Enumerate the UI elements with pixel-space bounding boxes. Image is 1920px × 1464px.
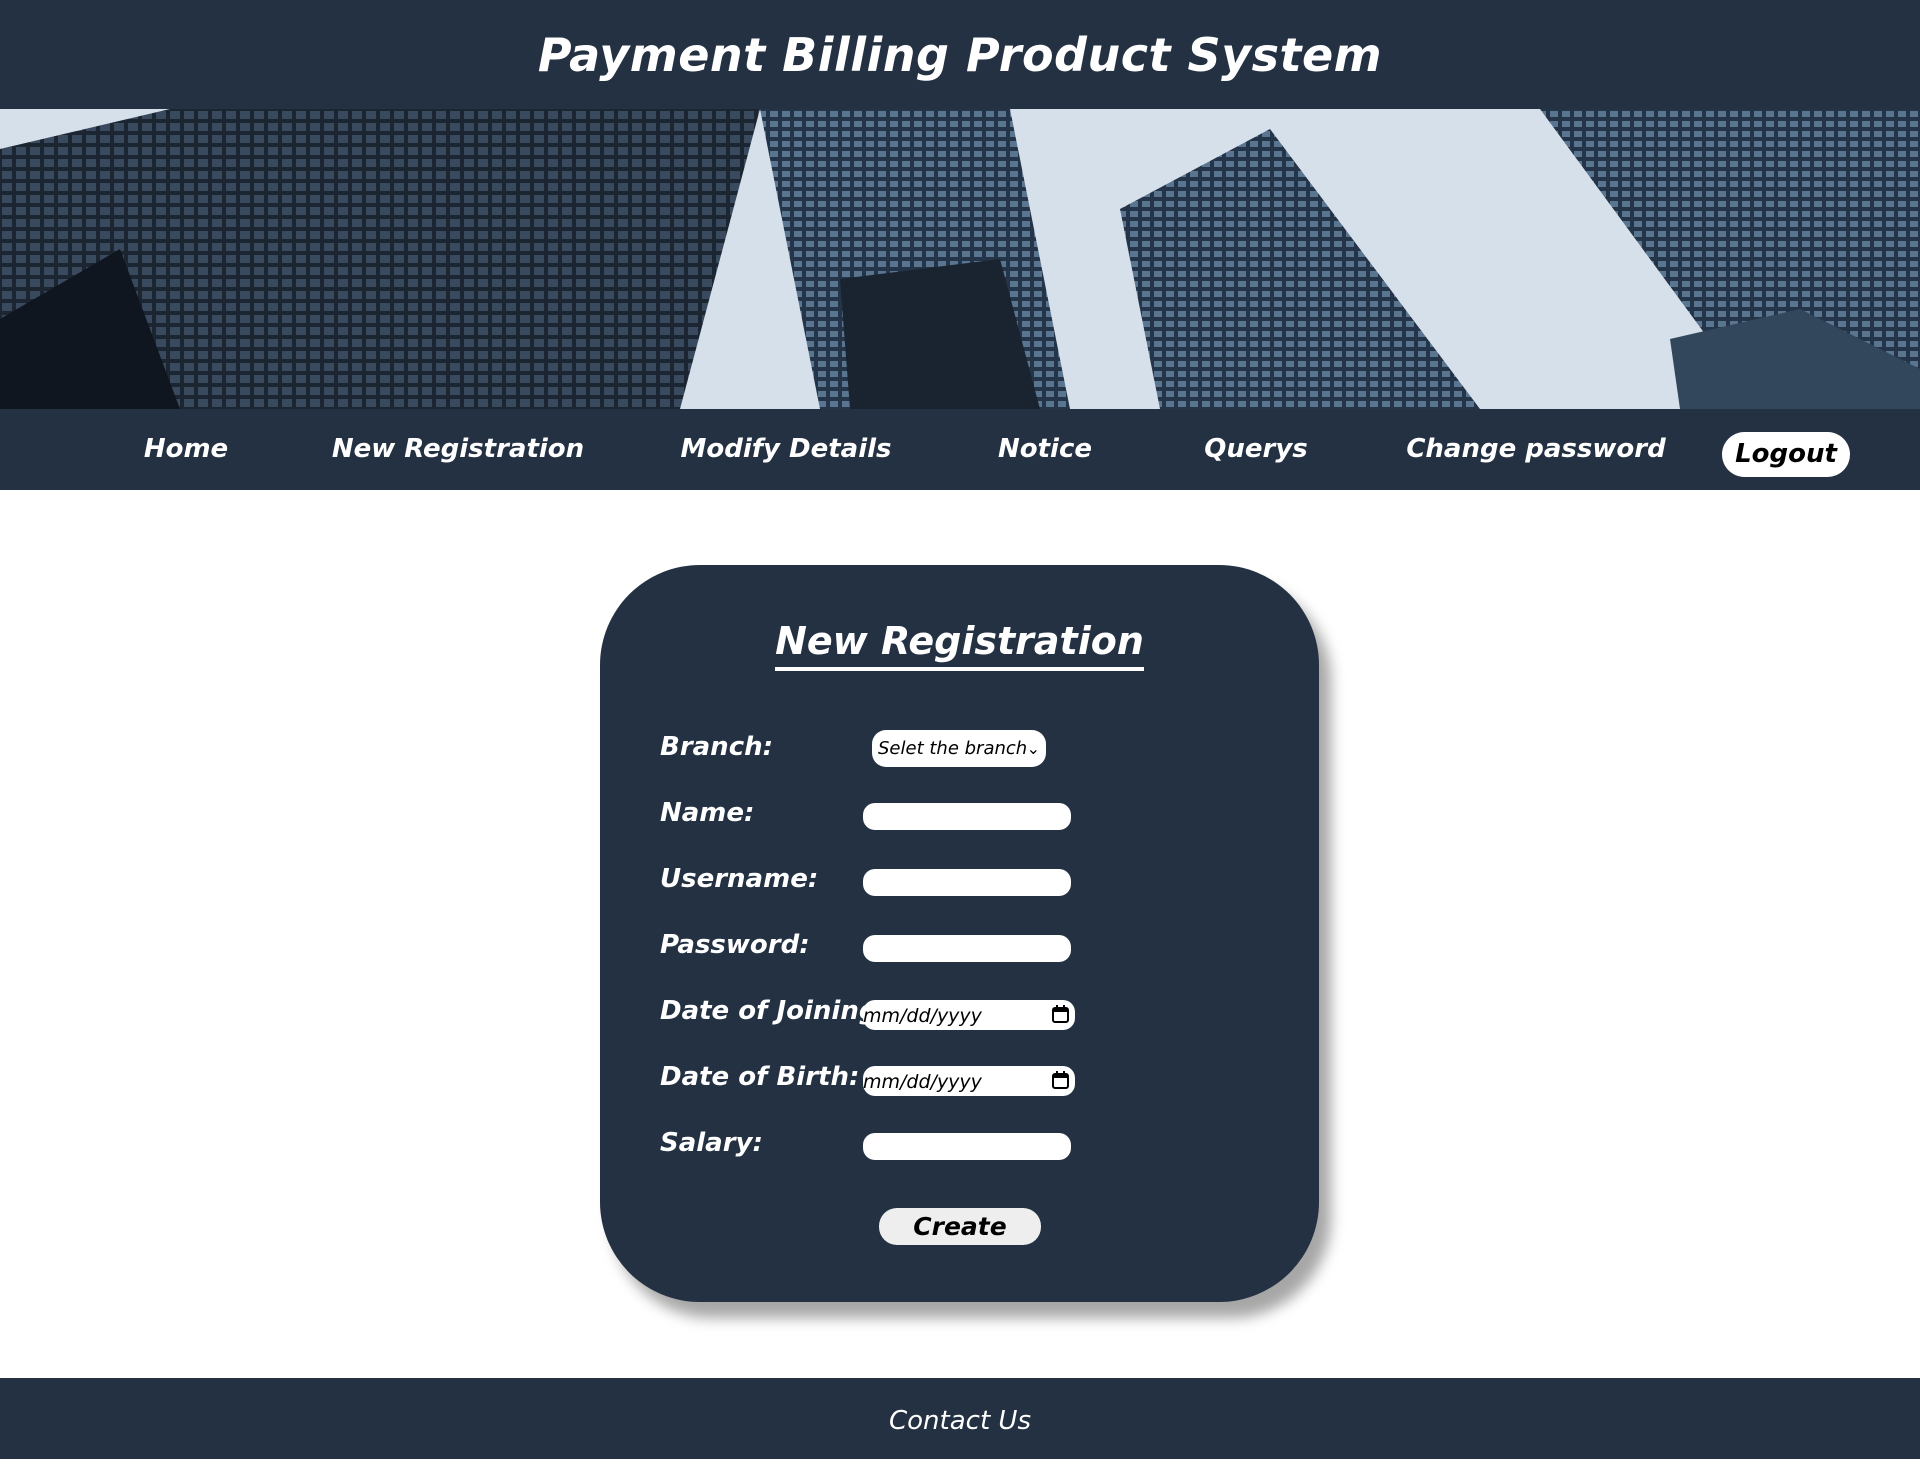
salary-label: Salary: xyxy=(660,1128,763,1158)
site-title: Payment Billing Product System xyxy=(537,27,1383,82)
username-label: Username: xyxy=(660,864,819,894)
form-title: New Registration xyxy=(775,615,1144,671)
password-label: Password: xyxy=(660,930,810,960)
site-header: Payment Billing Product System xyxy=(0,0,1920,109)
branch-select-value: Selet the branch xyxy=(878,738,1028,759)
username-input[interactable] xyxy=(863,869,1071,896)
chevron-down-icon: ⌄ xyxy=(1026,739,1040,758)
nav-change-password[interactable]: Change password xyxy=(1406,409,1665,490)
nav-home[interactable]: Home xyxy=(144,409,228,490)
calendar-icon[interactable] xyxy=(1052,1071,1069,1089)
date-of-birth-placeholder: mm/dd/yyyy xyxy=(863,1071,982,1093)
name-input[interactable] xyxy=(863,803,1071,830)
date-of-joining-placeholder: mm/dd/yyyy xyxy=(863,1005,982,1027)
banner-image xyxy=(0,109,1920,409)
branch-label: Branch: xyxy=(660,732,774,762)
logout-button[interactable]: Logout xyxy=(1722,432,1850,477)
nav-modify-details[interactable]: Modify Details xyxy=(680,409,891,490)
main-nav: Home New Registration Modify Details Not… xyxy=(0,409,1920,490)
site-footer: Contact Us xyxy=(0,1378,1920,1459)
nav-querys[interactable]: Querys xyxy=(1204,409,1308,490)
date-of-joining-label: Date of Joining: xyxy=(660,996,888,1026)
nav-new-registration[interactable]: New Registration xyxy=(332,409,584,490)
calendar-icon[interactable] xyxy=(1052,1005,1069,1023)
salary-input[interactable] xyxy=(863,1133,1071,1160)
branch-select[interactable]: Selet the branch ⌄ xyxy=(872,730,1046,767)
password-input[interactable] xyxy=(863,935,1071,962)
contact-us-link[interactable]: Contact Us xyxy=(889,1406,1031,1436)
date-of-joining-input[interactable]: mm/dd/yyyy xyxy=(863,1000,1075,1030)
create-button[interactable]: Create xyxy=(879,1208,1041,1245)
date-of-birth-label: Date of Birth: xyxy=(660,1062,860,1092)
registration-form: New Registration Branch: Selet the branc… xyxy=(600,565,1319,1302)
nav-notice[interactable]: Notice xyxy=(998,409,1092,490)
date-of-birth-input[interactable]: mm/dd/yyyy xyxy=(863,1066,1075,1096)
name-label: Name: xyxy=(660,798,755,828)
